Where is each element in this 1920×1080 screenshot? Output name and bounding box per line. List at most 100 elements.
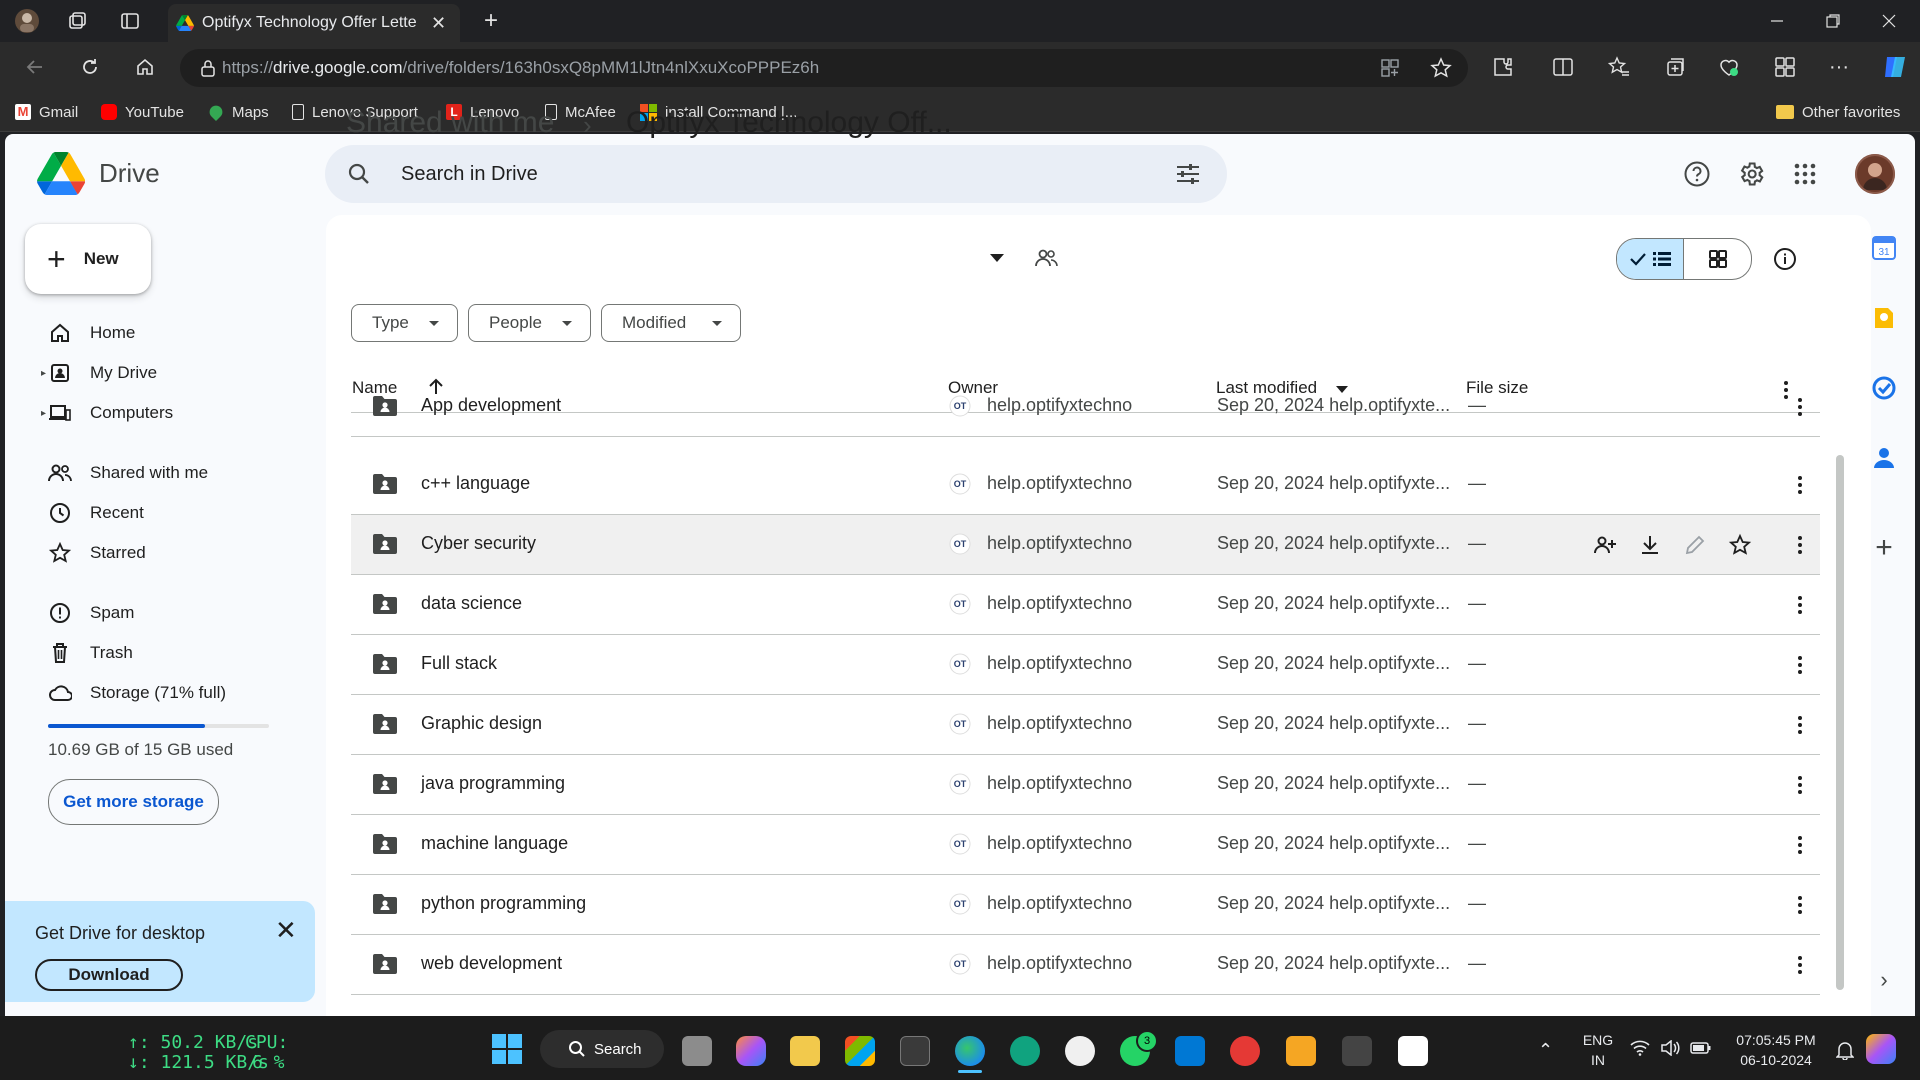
list-view-button[interactable] [1617, 239, 1684, 279]
restore-icon[interactable] [1820, 8, 1846, 34]
terminal-icon[interactable] [900, 1036, 930, 1066]
more-actions-icon[interactable] [1788, 773, 1812, 797]
more-browser-icon[interactable]: ··· [1826, 54, 1852, 80]
bookmark-youtube[interactable]: YouTube [101, 100, 184, 124]
folder-menu-dropdown-icon[interactable] [990, 254, 1004, 262]
github-icon[interactable] [1065, 1036, 1095, 1066]
file-name[interactable]: App development [421, 395, 561, 416]
copilot-icon[interactable] [1880, 52, 1910, 82]
tasks-icon[interactable] [1870, 374, 1898, 402]
sort-ascending-icon[interactable] [426, 377, 446, 397]
file-name[interactable]: data science [421, 593, 522, 614]
chatgpt-icon[interactable] [1010, 1036, 1040, 1066]
breadcrumb-shared[interactable]: Shared with me [346, 106, 554, 140]
file-name[interactable]: java programming [421, 773, 565, 794]
task-view-icon[interactable] [682, 1036, 712, 1066]
extensions-icon[interactable] [1490, 54, 1516, 80]
table-row[interactable]: c++ language OT help.optifyxtechno Sep 20, … [351, 455, 1820, 515]
edge-icon[interactable] [955, 1036, 985, 1066]
nav-home[interactable]: Home [25, 315, 315, 351]
more-actions-icon[interactable] [1788, 833, 1812, 857]
search-input[interactable]: Search in Drive [401, 163, 538, 186]
app-c-icon[interactable] [1342, 1036, 1372, 1066]
new-button[interactable]: + New [25, 224, 151, 294]
share-person-add-icon[interactable] [1593, 533, 1617, 557]
minimize-icon[interactable] [1764, 8, 1790, 34]
new-tab-icon[interactable]: + [478, 7, 504, 34]
shared-folder-people-icon[interactable] [1034, 248, 1058, 268]
nav-my-drive[interactable]: ▸ My Drive [25, 355, 315, 391]
table-row[interactable]: App development OT help.optifyxtechno Sep 2… [351, 395, 1820, 437]
region-indicator[interactable]: IN [1580, 1052, 1616, 1068]
close-promo-icon[interactable]: ✕ [275, 915, 297, 946]
more-actions-icon[interactable] [1788, 533, 1812, 557]
close-window-icon[interactable] [1876, 8, 1902, 34]
bookmark-gmail[interactable]: M Gmail [15, 100, 78, 124]
microsoft-store-icon[interactable] [845, 1036, 875, 1066]
windows-start-icon[interactable] [492, 1034, 522, 1064]
help-icon[interactable] [1681, 158, 1713, 190]
clock-date[interactable]: 06-10-2024 [1728, 1052, 1824, 1068]
keep-icon[interactable] [1870, 304, 1898, 332]
table-row[interactable]: python programming OT help.optifyxtechno Se… [351, 875, 1820, 935]
nav-trash[interactable]: Trash [25, 635, 315, 671]
wifi-icon[interactable] [1630, 1040, 1650, 1056]
notification-bell-icon[interactable] [1836, 1040, 1854, 1060]
nav-recent[interactable]: Recent [25, 495, 315, 531]
apps-sidebar-icon[interactable] [1772, 54, 1798, 80]
more-actions-icon[interactable] [1788, 473, 1812, 497]
close-tab-icon[interactable]: ✕ [431, 13, 446, 34]
table-row[interactable]: Full stack OT help.optifyxtechno Sep 20, 20… [351, 635, 1820, 695]
table-row[interactable]: machine language OT help.optifyxtechno Sep … [351, 815, 1820, 875]
grid-view-button[interactable] [1684, 239, 1751, 279]
clock-time[interactable]: 07:05:45 PM [1728, 1032, 1824, 1048]
get-addons-icon[interactable]: + [1870, 531, 1898, 564]
file-name[interactable]: machine language [421, 833, 568, 854]
profile-avatar-icon[interactable] [14, 8, 40, 34]
google-apps-icon[interactable] [1789, 158, 1821, 190]
file-name[interactable]: web development [421, 953, 562, 974]
nav-spam[interactable]: Spam [25, 595, 315, 631]
lock-icon[interactable] [200, 59, 216, 77]
nav-storage[interactable]: Storage (71% full) [25, 675, 315, 711]
download-icon[interactable] [1638, 533, 1662, 557]
show-hidden-icons[interactable]: ⌃ [1538, 1040, 1553, 1061]
add-star-icon[interactable] [1728, 533, 1752, 557]
nav-shared-with-me[interactable]: Shared with me [25, 455, 315, 491]
search-options-icon[interactable] [1175, 162, 1201, 186]
settings-gear-icon[interactable] [1735, 158, 1767, 190]
taskbar-search[interactable]: Search [540, 1030, 664, 1068]
modified-filter-chip[interactable]: Modified [601, 304, 741, 342]
battery-icon[interactable] [1690, 1041, 1712, 1055]
more-actions-icon[interactable] [1788, 653, 1812, 677]
vscode-icon[interactable] [1175, 1036, 1205, 1066]
details-info-icon[interactable] [1773, 247, 1797, 271]
more-actions-icon[interactable] [1788, 593, 1812, 617]
app-stack-icon[interactable] [1286, 1036, 1316, 1066]
download-button[interactable]: Download [35, 959, 183, 991]
more-actions-icon[interactable] [1788, 395, 1812, 419]
more-actions-icon[interactable] [1788, 953, 1812, 977]
home-browser-icon[interactable] [132, 54, 158, 80]
back-icon[interactable] [22, 54, 48, 80]
bookmark-other-favorites[interactable]: Other favorites [1776, 100, 1900, 124]
file-name[interactable]: c++ language [421, 473, 530, 494]
search-icon[interactable] [347, 162, 371, 186]
type-filter-chip[interactable]: Type [351, 304, 458, 342]
drive-logo-icon[interactable] [37, 152, 85, 195]
split-screen-icon[interactable] [1550, 54, 1576, 80]
column-dropdown-icon[interactable] [1336, 386, 1348, 393]
language-indicator[interactable]: ENG [1580, 1032, 1616, 1048]
contacts-icon[interactable] [1870, 444, 1898, 472]
favorite-star-icon[interactable] [1430, 57, 1452, 79]
show-side-panel-icon[interactable]: › [1870, 966, 1898, 994]
breadcrumb-current-folder[interactable]: Optifyx Technology Off... [626, 106, 952, 140]
file-name[interactable]: Graphic design [421, 713, 542, 734]
table-row[interactable]: Cyber security OT help.optifyxtechno Sep 20… [351, 515, 1820, 575]
nav-computers[interactable]: ▸ Computers [25, 395, 315, 431]
active-tab[interactable]: Optifyx Technology Offer Letter - ✕ [168, 4, 460, 42]
address-bar[interactable]: https://drive.google.com/drive/folders/1… [180, 49, 1468, 87]
tab-actions-icon[interactable] [117, 8, 143, 34]
table-row[interactable]: web development OT help.optifyxtechno Sep 2… [351, 935, 1820, 995]
nav-starred[interactable]: Starred [25, 535, 315, 571]
